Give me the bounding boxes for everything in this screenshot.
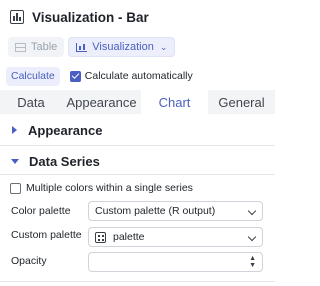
color-palette-select[interactable]: Custom palette (R output) (88, 201, 263, 221)
stepper-down-icon[interactable]: ▼ (249, 262, 256, 269)
section-divider (0, 145, 275, 146)
custom-palette-label: Custom palette (11, 229, 82, 241)
view-toolbar: Table Visualization ⌄ (8, 37, 176, 57)
chevron-right-icon (12, 126, 17, 134)
tab-bar: Data Appearance Chart General (0, 90, 275, 114)
appearance-section-title: Appearance (28, 122, 103, 138)
calculate-row: Calculate Calculate automatically (6, 66, 193, 86)
color-palette-label: Color palette (11, 205, 71, 217)
opacity-input[interactable]: ▲ ▼ (88, 252, 263, 272)
table-icon (95, 231, 106, 243)
data-series-section-title: Data Series (29, 153, 100, 169)
table-button-label: Table (31, 41, 58, 53)
page-title: Visualization - Bar (32, 9, 149, 25)
table-button[interactable]: Table (8, 37, 65, 57)
visualization-button[interactable]: Visualization ⌄ (68, 37, 176, 57)
calculate-button[interactable]: Calculate (6, 66, 60, 86)
tab-chart[interactable]: Chart (141, 90, 208, 114)
data-series-section-header[interactable]: Data Series (0, 149, 275, 173)
section-divider (0, 174, 275, 175)
title-bar: Visualization - Bar (10, 7, 149, 27)
calculate-automatically-checkbox[interactable] (69, 70, 81, 82)
appearance-section-header[interactable]: Appearance (0, 118, 275, 142)
table-icon (15, 42, 26, 52)
custom-palette-select[interactable]: palette (88, 227, 263, 247)
chart-icon (76, 42, 88, 52)
bar-chart-icon (10, 10, 24, 24)
tab-data[interactable]: Data (0, 90, 62, 114)
tab-appearance[interactable]: Appearance (62, 90, 141, 114)
stepper-up-icon[interactable]: ▲ (249, 255, 256, 262)
chevron-down-icon (247, 232, 257, 242)
color-palette-value: Custom palette (R output) (95, 205, 216, 217)
opacity-label: Opacity (11, 255, 47, 267)
multiple-colors-label: Multiple colors within a single series (26, 182, 193, 194)
number-stepper-icon[interactable]: ▲ ▼ (249, 255, 256, 269)
chevron-down-icon[interactable]: ⌄ (160, 42, 168, 53)
chevron-down-icon (247, 206, 257, 216)
chevron-down-icon (11, 158, 19, 164)
multiple-colors-checkbox[interactable] (10, 182, 21, 194)
bottom-divider (0, 281, 275, 282)
visualization-button-label: Visualization (92, 41, 154, 53)
tab-general[interactable]: General (208, 90, 275, 114)
custom-palette-value: palette (113, 231, 145, 243)
calculate-automatically-label: Calculate automatically (84, 70, 193, 82)
multiple-colors-row: Multiple colors within a single series (10, 181, 193, 195)
